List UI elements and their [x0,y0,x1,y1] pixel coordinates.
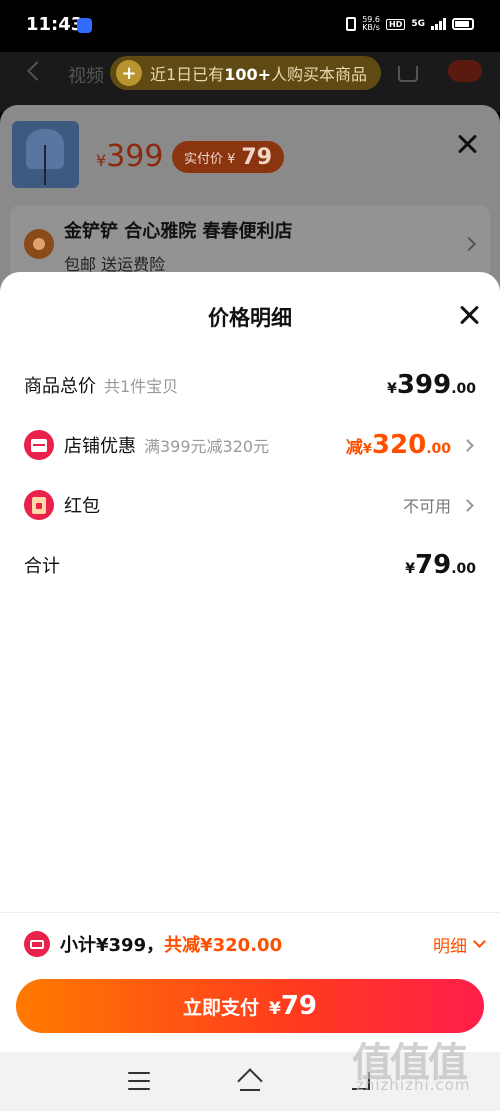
reduction-text: 共减¥320.00 [164,935,283,956]
amount-decimal: .00 [426,441,451,457]
amount-integer: 320 [371,430,427,460]
coupon-icon [24,931,50,957]
menu-icon[interactable] [128,1072,150,1090]
battery-icon [452,18,474,30]
watermark-domain: zhizhizhi.com [356,1076,471,1094]
sku-price-value: 399 [106,139,164,174]
amount-decimal: .00 [451,381,476,397]
location-pin-icon [24,229,54,259]
pay-button-label: 立即支付 [182,996,259,1019]
row-red-packet[interactable]: 红包 不可用 [24,485,476,525]
row-shop-discount[interactable]: 店铺优惠 满399元减320元 减 ¥320.00 [24,425,476,465]
shop-discount-label: 店铺优惠 [64,436,136,457]
red-packet-icon [24,490,54,520]
watermark: 值值值 zhizhizhi.com [352,1030,492,1100]
chevron-right-icon [461,438,474,452]
video-tab: 视频 [68,66,104,87]
row-total: 合计 ¥79.00 [24,545,476,585]
purchase-toast: + 近1日已有100+人购买本商品 [110,56,382,90]
cart-icon [398,66,418,82]
store-icon [24,430,54,460]
currency-symbol: ¥ [387,381,397,397]
home-icon[interactable] [237,1068,263,1094]
close-icon[interactable] [458,304,480,326]
shopping-bag-icon: + [116,60,142,86]
network-speed-unit: KB/s [362,23,380,32]
sku-price-currency: ¥ [96,151,107,170]
amount-integer: 79 [415,550,452,580]
pay-amount-value: 79 [280,991,318,1021]
chevron-down-icon [473,934,486,948]
chevron-right-icon [461,498,474,512]
shop-discount-amount: 减 ¥320.00 [346,430,451,460]
pay-button-amount: ¥79 [269,991,317,1021]
detail-label: 明细 [433,936,467,957]
pay-now-button[interactable]: 立即支付 ¥79 [16,979,484,1033]
amount-integer: 399 [396,370,452,400]
subtotal-text: 小计¥399， [60,935,165,956]
toast-highlight: 100+ [224,65,271,84]
network-speed: 59.6 KB/s [362,16,380,32]
item-count: 共1件宝贝 [104,377,179,396]
toast-post: 人购买本商品 [271,65,368,84]
header-badge [448,60,482,82]
summary-line: 小计¥399， 共减¥320.00 明细 [24,929,486,959]
toast-pre: 近1日已有 [150,65,225,84]
hd-icon: HD [386,18,406,30]
toast-text: 近1日已有100+人购买本商品 [150,61,367,85]
shop-discount-rule: 满399元减320元 [144,437,270,456]
red-packet-status: 不可用 [402,497,451,516]
status-icons: 59.6 KB/s HD 5G [346,16,474,32]
actual-pay-label: 实付价 ¥ [184,151,236,167]
back-arrow-icon [27,61,47,81]
red-packet-label: 红包 [64,496,100,517]
row-item-total: 商品总价 共1件宝贝 ¥399.00 [24,365,476,405]
total-amount: ¥79.00 [405,550,476,580]
sheet-title: 价格明细 [208,306,292,330]
product-page-header: 视频 + 近1日已有100+人购买本商品 [0,52,500,112]
status-bar: 11:43 59.6 KB/s HD 5G [0,0,500,52]
app-notification-icon [77,18,92,33]
chevron-right-icon [461,236,477,252]
store-name: 金铲铲 合心雅院 春春便利店 [64,221,293,242]
amount-decimal: .00 [451,561,476,577]
currency-symbol: ¥ [405,561,415,577]
vibrate-icon [346,17,357,31]
sku-price: ¥399 [96,139,163,174]
item-total-label: 商品总价 [24,376,96,397]
total-label: 合计 [24,556,60,577]
sku-close-icon [456,133,478,155]
status-time: 11:43 [26,14,84,35]
detail-toggle[interactable]: 明细 [433,932,486,957]
actual-pay-tag: 实付价 ¥ 79 [172,141,285,173]
network-type: 5G [411,19,425,29]
item-total-amount: ¥399.00 [387,370,476,400]
discount-prefix: 减 [345,438,363,458]
product-thumbnail [12,121,79,188]
actual-pay-amount: 79 [241,144,273,170]
currency-symbol: ¥ [362,442,372,457]
pay-currency: ¥ [268,999,281,1019]
signal-icon [431,18,446,30]
